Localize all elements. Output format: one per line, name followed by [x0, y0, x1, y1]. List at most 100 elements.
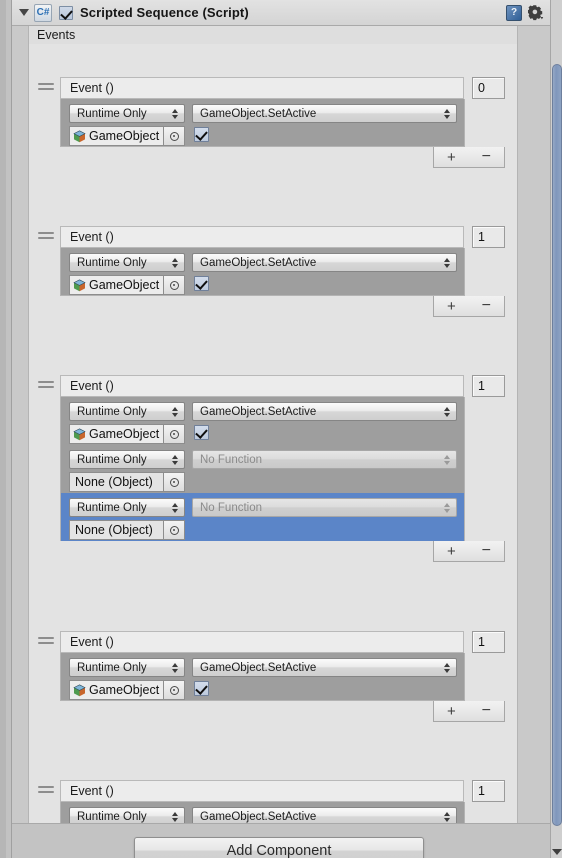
object-picker-icon[interactable]: [163, 520, 185, 540]
remove-call-button[interactable]: −: [482, 149, 491, 165]
event-call-list: Runtime Only GameObject.SetActive GameObje…: [60, 248, 465, 296]
remove-call-button[interactable]: −: [482, 543, 491, 559]
call-target-objectfield[interactable]: None (Object): [69, 520, 185, 540]
call-target-box[interactable]: None (Object): [69, 520, 163, 540]
event-list-footer: +−: [433, 147, 505, 168]
page-title: Scripted Sequence (Script): [80, 5, 249, 20]
call-function-label: GameObject.SetActive: [200, 405, 317, 418]
drag-handle-icon[interactable]: [38, 232, 54, 241]
call-function-label: GameObject.SetActive: [200, 661, 317, 674]
call-target-box[interactable]: GameObject: [69, 275, 163, 295]
dropdown-arrow-icon: [172, 453, 179, 466]
help-book-icon[interactable]: ?: [506, 4, 522, 21]
event-call-row[interactable]: Runtime Only GameObject.SetActive GameObje…: [61, 248, 464, 296]
event-header: Event () 1: [29, 780, 519, 802]
component-enabled-checkbox[interactable]: [59, 5, 73, 20]
event-name-field[interactable]: Event (): [60, 375, 464, 397]
call-bool-argument-checkbox[interactable]: [194, 681, 209, 696]
event-count-value: 1: [478, 635, 485, 649]
event-call-row[interactable]: Runtime Only GameObject.SetActive GameObje…: [61, 653, 464, 701]
call-target-objectfield[interactable]: GameObject: [69, 126, 185, 146]
add-call-button[interactable]: +: [447, 704, 456, 719]
events-label: Events: [37, 28, 76, 42]
drag-handle-icon[interactable]: [38, 83, 54, 92]
event-name-label: Event (): [70, 230, 114, 244]
call-function-dropdown[interactable]: GameObject.SetActive: [192, 658, 457, 677]
event-call-list: Runtime Only GameObject.SetActive GameObje…: [60, 653, 465, 701]
call-bool-argument-checkbox[interactable]: [194, 425, 209, 440]
add-component-button[interactable]: Add Component: [134, 837, 424, 858]
events-header-row: Events: [28, 26, 518, 44]
call-mode-dropdown[interactable]: Runtime Only: [69, 498, 185, 517]
call-target-objectfield[interactable]: GameObject: [69, 680, 185, 700]
event-call-row[interactable]: Runtime Only GameObject.SetActive GameObje…: [61, 397, 464, 445]
event-list-footer: +−: [433, 296, 505, 317]
event-count-value: 1: [478, 784, 485, 798]
add-call-button[interactable]: +: [447, 150, 456, 165]
event-name-field[interactable]: Event (): [60, 631, 464, 653]
object-picker-icon[interactable]: [163, 680, 185, 700]
event-list-footer: +−: [433, 701, 505, 722]
foldout-toggle[interactable]: [16, 9, 32, 16]
object-picker-icon[interactable]: [163, 275, 185, 295]
event-call-row[interactable]: Runtime Only GameObject.SetActive GameObje…: [61, 99, 464, 147]
remove-call-button[interactable]: −: [482, 703, 491, 719]
event-block: Event () 0 Runtime Only GameObject.SetActiv…: [29, 77, 519, 168]
call-target-label: None (Object): [75, 523, 153, 537]
component-header[interactable]: C# Scripted Sequence (Script) ?: [12, 0, 550, 26]
dropdown-arrow-icon: [172, 405, 179, 418]
call-target-box[interactable]: GameObject: [69, 126, 163, 146]
event-count-field[interactable]: 1: [472, 780, 505, 802]
event-name-field[interactable]: Event (): [60, 77, 464, 99]
left-gutter: [0, 0, 12, 858]
inspector-body: Events Event () 0 Runtime Only GameObject.S…: [12, 26, 562, 858]
scroll-down-button[interactable]: [550, 844, 562, 858]
call-mode-dropdown[interactable]: Runtime Only: [69, 253, 185, 272]
event-count-field[interactable]: 1: [472, 631, 505, 653]
call-mode-dropdown[interactable]: Runtime Only: [69, 104, 185, 123]
dropdown-arrow-icon: [444, 256, 451, 269]
call-bool-argument-checkbox[interactable]: [194, 276, 209, 291]
call-target-box[interactable]: GameObject: [69, 424, 163, 444]
scrollbar-thumb[interactable]: [552, 64, 562, 826]
object-picker-icon[interactable]: [163, 424, 185, 444]
gear-icon[interactable]: [528, 4, 544, 21]
call-mode-dropdown[interactable]: Runtime Only: [69, 658, 185, 677]
add-call-button[interactable]: +: [447, 544, 456, 559]
call-target-objectfield[interactable]: GameObject: [69, 275, 185, 295]
dropdown-arrow-icon: [444, 810, 451, 823]
event-count-value: 0: [478, 81, 485, 95]
event-name-field[interactable]: Event (): [60, 780, 464, 802]
object-picker-icon[interactable]: [163, 472, 185, 492]
event-call-row[interactable]: Runtime Only No Function None (Object): [61, 445, 464, 493]
add-call-button[interactable]: +: [447, 299, 456, 314]
call-target-box[interactable]: GameObject: [69, 680, 163, 700]
vertical-scrollbar[interactable]: [550, 0, 562, 858]
call-bool-argument-checkbox[interactable]: [194, 127, 209, 142]
event-count-field[interactable]: 1: [472, 226, 505, 248]
remove-call-button[interactable]: −: [482, 298, 491, 314]
event-call-row[interactable]: Runtime Only No Function None (Object): [61, 493, 464, 541]
call-target-box[interactable]: None (Object): [69, 472, 163, 492]
call-target-objectfield[interactable]: GameObject: [69, 424, 185, 444]
call-mode-label: Runtime Only: [77, 501, 147, 514]
call-function-dropdown[interactable]: GameObject.SetActive: [192, 104, 457, 123]
call-function-dropdown[interactable]: No Function: [192, 498, 457, 517]
call-mode-dropdown[interactable]: Runtime Only: [69, 450, 185, 469]
dropdown-arrow-icon: [172, 810, 179, 823]
csharp-script-icon: C#: [34, 3, 52, 22]
call-function-dropdown[interactable]: GameObject.SetActive: [192, 402, 457, 421]
drag-handle-icon[interactable]: [38, 637, 54, 646]
dropdown-arrow-icon: [172, 661, 179, 674]
drag-handle-icon[interactable]: [38, 786, 54, 795]
event-header: Event () 1: [29, 631, 519, 653]
event-count-field[interactable]: 1: [472, 375, 505, 397]
event-name-field[interactable]: Event (): [60, 226, 464, 248]
drag-handle-icon[interactable]: [38, 381, 54, 390]
call-function-dropdown[interactable]: GameObject.SetActive: [192, 253, 457, 272]
call-function-dropdown[interactable]: No Function: [192, 450, 457, 469]
object-picker-icon[interactable]: [163, 126, 185, 146]
call-target-objectfield[interactable]: None (Object): [69, 472, 185, 492]
call-mode-dropdown[interactable]: Runtime Only: [69, 402, 185, 421]
event-count-field[interactable]: 0: [472, 77, 505, 99]
